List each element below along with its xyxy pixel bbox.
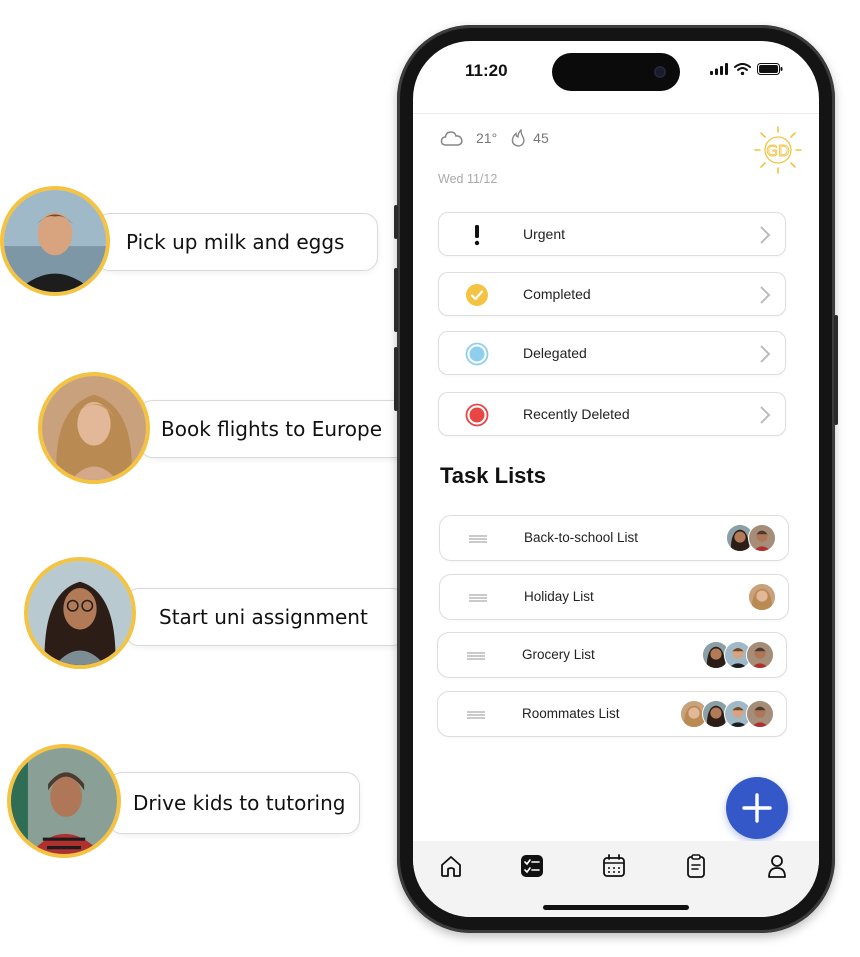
category-recently-deleted[interactable]: Recently Deleted xyxy=(438,392,786,436)
category-label: Urgent xyxy=(523,226,566,242)
drag-handle-icon[interactable] xyxy=(468,594,488,602)
task-list-label: Roommates List xyxy=(522,706,620,721)
category-completed[interactable]: Completed xyxy=(438,272,786,316)
weather-row: 21° 45 xyxy=(440,129,549,147)
streak-count: 45 xyxy=(533,130,549,146)
category-label: Delegated xyxy=(523,345,587,361)
blue-circle-icon xyxy=(465,342,489,366)
member-avatars xyxy=(680,700,774,728)
temperature: 21° xyxy=(476,130,498,146)
task-list-back-to-school[interactable]: Back-to-school List xyxy=(439,515,789,561)
profile-icon[interactable] xyxy=(764,853,790,879)
add-button[interactable] xyxy=(726,777,788,839)
task-list-label: Back-to-school List xyxy=(524,530,639,545)
drag-handle-icon[interactable] xyxy=(466,652,486,660)
chevron-right-icon xyxy=(760,286,771,304)
logo-text: GD xyxy=(766,142,789,160)
category-label: Completed xyxy=(523,286,591,302)
category-delegated[interactable]: Delegated xyxy=(438,331,786,375)
exclamation-icon xyxy=(474,225,480,246)
status-icons xyxy=(710,63,783,75)
power-button xyxy=(834,315,838,425)
callout-bubble: Drive kids to tutoring xyxy=(108,772,360,834)
avatar xyxy=(746,700,774,728)
current-date: Wed 11/12 xyxy=(438,172,498,186)
blonde-woman-avatar xyxy=(38,372,150,484)
app-screen: 11:20 21° 45 Wed 11/12 GD Urgent Complet… xyxy=(413,41,819,917)
callout-text: Start uni assignment xyxy=(159,605,368,629)
task-list-label: Holiday List xyxy=(524,589,594,604)
clipboard-icon[interactable] xyxy=(683,853,709,879)
man-beanie-avatar xyxy=(7,744,121,858)
home-icon[interactable] xyxy=(438,853,464,879)
chevron-right-icon xyxy=(760,345,771,363)
avatar xyxy=(746,641,774,669)
plus-icon xyxy=(742,793,772,823)
cloud-icon xyxy=(440,131,463,146)
callout-bubble: Start uni assignment xyxy=(125,588,406,646)
phone-frame: 11:20 21° 45 Wed 11/12 GD Urgent Complet… xyxy=(394,25,838,933)
status-time: 11:20 xyxy=(465,61,508,80)
woman-glasses-avatar xyxy=(24,557,136,669)
callout-bubble: Book flights to Europe xyxy=(139,400,416,458)
callout-text: Book flights to Europe xyxy=(161,417,383,441)
wifi-icon xyxy=(734,63,751,75)
avatar xyxy=(748,583,776,611)
callout-bubble: Pick up milk and eggs xyxy=(96,213,378,271)
red-circle-icon xyxy=(465,403,489,427)
volume-down-button xyxy=(394,347,398,411)
flame-icon xyxy=(511,129,525,147)
calendar-icon[interactable] xyxy=(601,853,627,879)
category-label: Recently Deleted xyxy=(523,406,630,422)
home-indicator xyxy=(543,905,689,910)
task-list-label: Grocery List xyxy=(522,647,595,662)
status-divider xyxy=(413,113,819,114)
check-circle-icon xyxy=(466,284,488,306)
task-list-grocery[interactable]: Grocery List xyxy=(437,632,787,678)
member-avatars xyxy=(702,641,774,669)
callout-text: Pick up milk and eggs xyxy=(126,230,345,254)
drag-handle-icon[interactable] xyxy=(468,535,488,543)
chevron-right-icon xyxy=(760,226,771,244)
young-man-avatar xyxy=(0,186,110,296)
avatar xyxy=(748,524,776,552)
category-urgent[interactable]: Urgent xyxy=(438,212,786,256)
dynamic-island xyxy=(552,53,680,91)
task-list-holiday[interactable]: Holiday List xyxy=(439,574,789,620)
task-list-roommates[interactable]: Roommates List xyxy=(437,691,787,737)
member-avatars xyxy=(726,524,776,552)
task-lists-title: Task Lists xyxy=(440,463,546,488)
battery-icon xyxy=(757,63,783,75)
drag-handle-icon[interactable] xyxy=(466,711,486,719)
member-avatars xyxy=(748,583,776,611)
volume-up-button xyxy=(394,268,398,332)
sun-logo-icon: GD xyxy=(754,126,802,174)
side-button xyxy=(394,205,398,239)
signal-icon xyxy=(710,63,728,75)
tasks-icon[interactable] xyxy=(519,853,545,879)
camera-icon xyxy=(654,66,666,78)
chevron-right-icon xyxy=(760,406,771,424)
bottom-tab-bar xyxy=(413,841,819,917)
callout-text: Drive kids to tutoring xyxy=(133,791,346,815)
